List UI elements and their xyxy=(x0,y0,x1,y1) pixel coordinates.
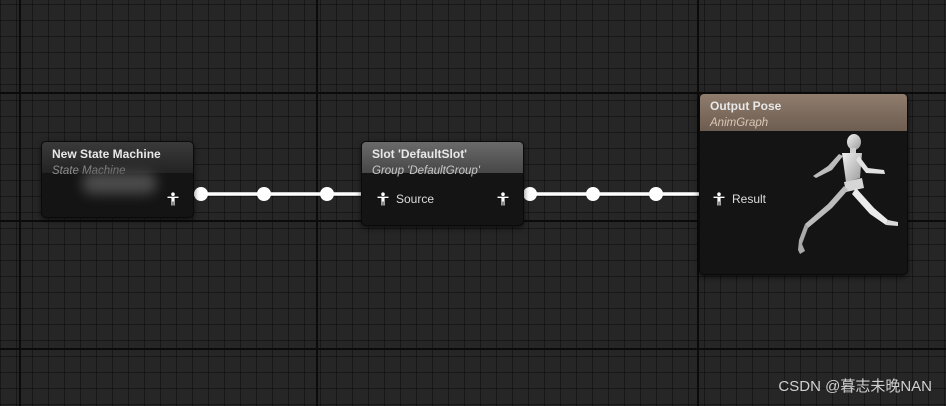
node-header: Slot 'DefaultSlot' Group 'DefaultGroup' xyxy=(362,142,523,177)
pose-pin-icon xyxy=(167,192,179,206)
pose-pin-icon xyxy=(713,192,725,206)
node-title: Output Pose xyxy=(710,99,782,113)
watermark-text: CSDN @暮志未晚NAN xyxy=(778,378,932,395)
result-input-pin[interactable]: Result xyxy=(712,191,766,207)
node-subtitle: Group 'DefaultGroup' xyxy=(372,165,480,177)
node-title: Slot 'DefaultSlot' xyxy=(372,147,468,161)
wire-state-machine-to-slot[interactable] xyxy=(193,187,362,201)
pin-label-result: Result xyxy=(732,192,767,206)
wire-flow-bubble xyxy=(523,187,537,201)
node-header: New State Machine State Machine xyxy=(42,142,193,177)
output-pose-pin[interactable] xyxy=(496,191,510,207)
node-subtitle: AnimGraph xyxy=(710,117,769,129)
wire-flow-bubble xyxy=(586,187,600,201)
pose-pin-icon xyxy=(497,192,509,206)
wire-flow-bubble xyxy=(649,187,663,201)
slot-node[interactable]: Slot 'DefaultSlot' Group 'DefaultGroup' … xyxy=(361,141,524,226)
state-machine-node[interactable]: New State Machine State Machine xyxy=(41,141,194,218)
blurred-region xyxy=(82,172,157,194)
wire-flow-bubble xyxy=(320,187,334,201)
node-header: Output Pose AnimGraph xyxy=(700,94,907,131)
source-input-pin[interactable]: Source xyxy=(376,191,434,207)
node-title: New State Machine xyxy=(52,147,161,161)
anim-graph-canvas[interactable]: New State Machine State Machine Slot 'De… xyxy=(0,0,946,406)
wire-slot-to-output[interactable] xyxy=(522,187,700,201)
pin-label-source: Source xyxy=(396,192,435,206)
pose-pin-icon xyxy=(377,192,389,206)
output-pose-pin[interactable] xyxy=(166,191,180,207)
wire-flow-bubble xyxy=(257,187,271,201)
wire-flow-bubble xyxy=(194,187,208,201)
output-pose-node[interactable]: Output Pose AnimGraph Result xyxy=(699,93,908,275)
running-mannequin-icon xyxy=(798,134,898,254)
